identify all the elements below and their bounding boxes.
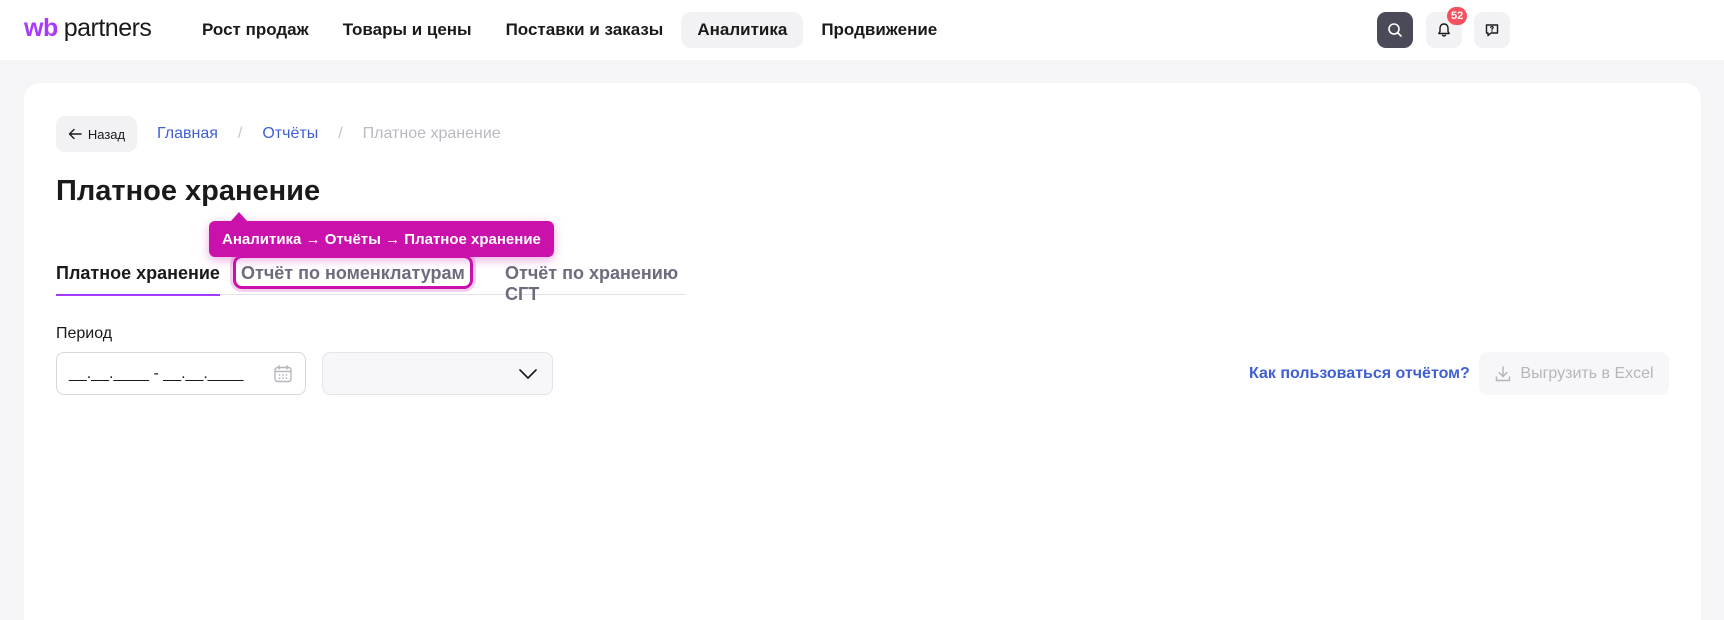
chevron-down-icon — [519, 368, 537, 379]
breadcrumb-home[interactable]: Главная — [157, 125, 218, 143]
period-date-input[interactable]: __.__.____ - __.__.____ — [56, 352, 306, 395]
logo-partners: partners — [63, 14, 152, 42]
filter-select[interactable] — [322, 352, 553, 395]
nav-item-sales-growth[interactable]: Рост продаж — [186, 12, 325, 48]
breadcrumb-current: Платное хранение — [362, 125, 501, 142]
period-label: Период — [56, 325, 113, 342]
support-chat-button[interactable] — [1474, 12, 1510, 48]
breadcrumb: Главная / Отчёты / Платное хранение — [157, 125, 501, 143]
nav-item-goods-prices[interactable]: Товары и цены — [327, 12, 488, 48]
logo-wb: wb — [24, 14, 58, 42]
tab-nomenclature-report[interactable]: Отчёт по номенклатурам — [233, 255, 473, 289]
wb-partners-logo[interactable]: wb partners — [24, 14, 152, 43]
main-nav: Рост продаж Товары и цены Поставки и зак… — [186, 12, 955, 48]
report-tabs: Платное хранение Отчёт по номенклатурам … — [56, 255, 686, 304]
back-button-label: Назад — [87, 126, 126, 142]
nav-item-promotion[interactable]: Продвижение — [805, 12, 953, 48]
content-card: Назад Главная / Отчёты / Платное хранени… — [24, 83, 1701, 620]
page-title: Платное хранение — [56, 175, 321, 207]
tab-paid-storage[interactable]: Платное хранение — [56, 257, 220, 296]
breadcrumb-separator: / — [237, 125, 243, 142]
tab-sgt-storage-report[interactable]: Отчёт по хранению СГТ — [505, 257, 686, 304]
chat-icon — [1485, 24, 1499, 37]
arrow-left-icon — [68, 128, 82, 140]
search-icon — [1388, 23, 1402, 37]
notifications-badge: 52 — [1447, 7, 1468, 25]
export-excel-label: Выгрузить в Excel — [1520, 364, 1654, 382]
top-header: wb partners Рост продаж Товары и цены По… — [0, 0, 1724, 60]
nav-item-analytics[interactable]: Аналитика — [681, 12, 804, 48]
notifications-button[interactable]: 52 — [1426, 7, 1468, 48]
period-date-placeholder: __.__.____ - __.__.____ — [69, 364, 244, 382]
bell-icon — [1438, 23, 1450, 37]
nav-item-supplies-orders[interactable]: Поставки и заказы — [490, 12, 680, 48]
breadcrumb-separator: / — [338, 125, 343, 142]
calendar-icon[interactable] — [273, 364, 293, 384]
export-excel-button[interactable]: Выгрузить в Excel — [1479, 352, 1669, 395]
breadcrumb-reports[interactable]: Отчёты — [262, 125, 318, 143]
back-button[interactable]: Назад — [56, 116, 137, 152]
download-icon — [1496, 365, 1511, 381]
navigation-hint-tooltip: Аналитика → Отчёты → Платное хранение — [209, 212, 554, 257]
howto-link[interactable]: Как пользоваться отчётом? — [1249, 365, 1470, 383]
search-button[interactable] — [1377, 12, 1413, 48]
